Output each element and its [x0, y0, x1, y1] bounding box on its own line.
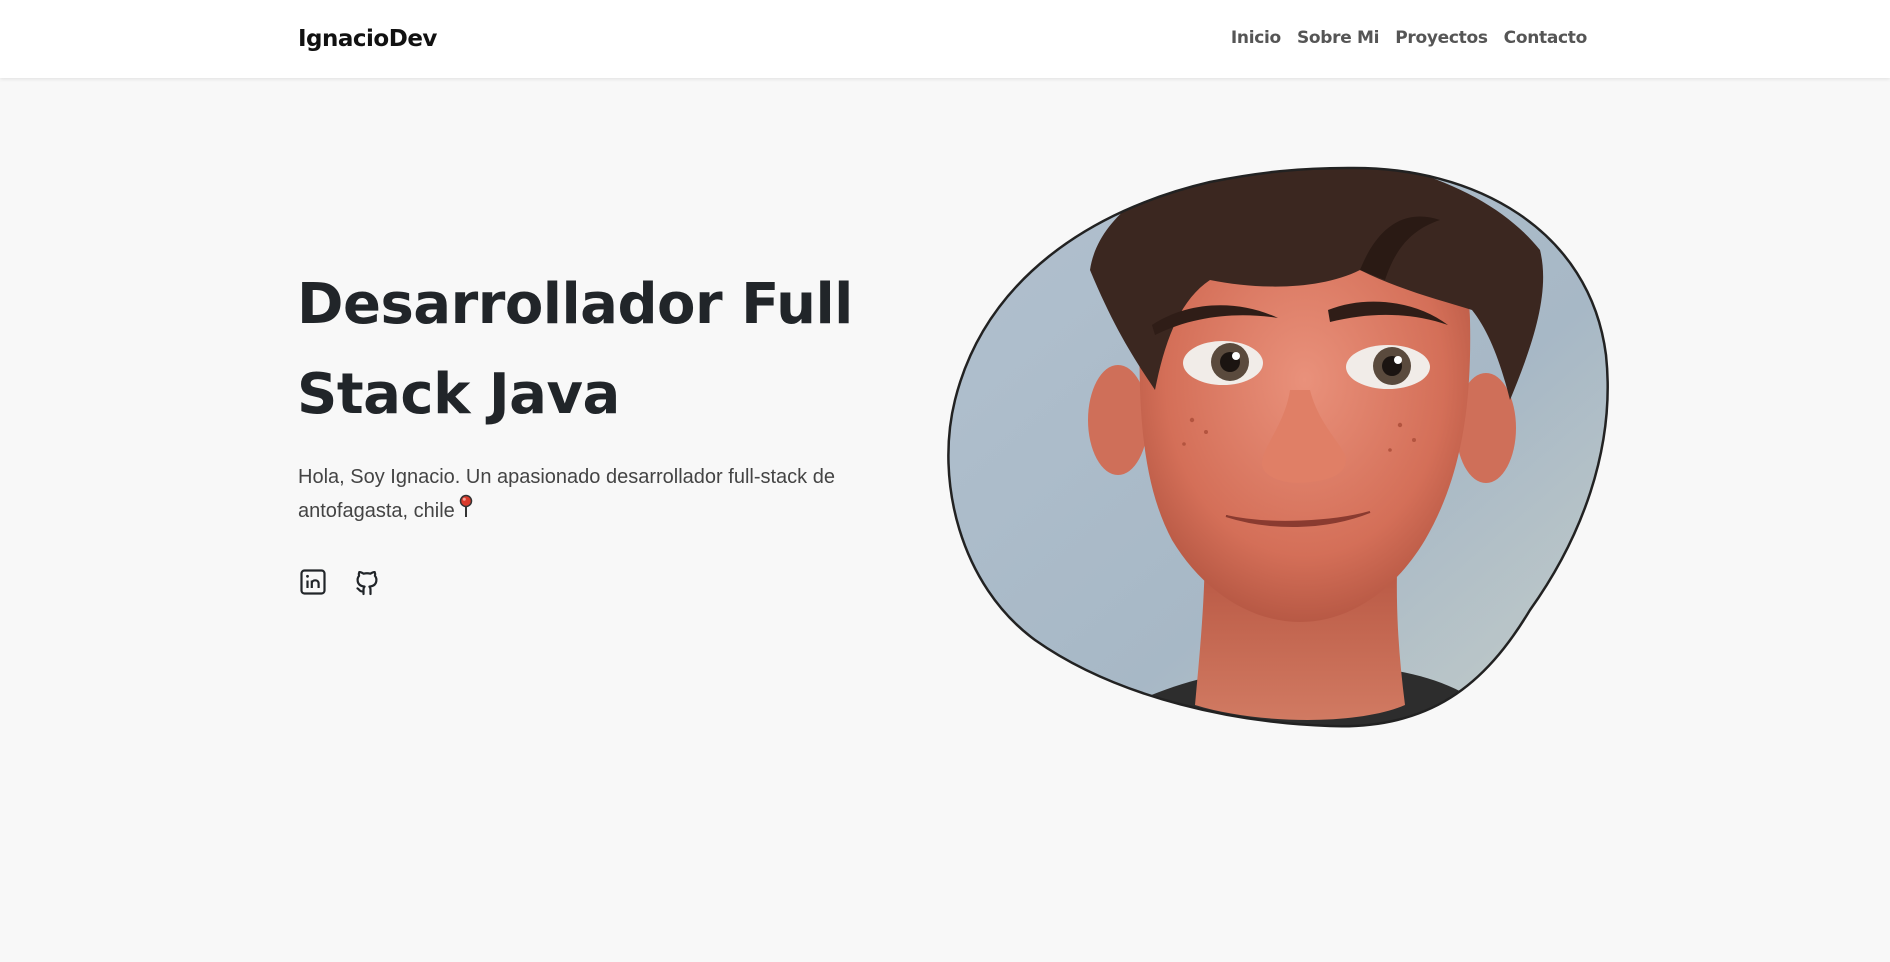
hero-description-text: Hola, Soy Ignacio. Un apasionado desarro… [298, 466, 835, 522]
nav-link-contacto[interactable]: Contacto [1504, 28, 1588, 48]
linkedin-icon[interactable] [298, 567, 328, 597]
nav-menu: Inicio Sobre Mi Proyectos Contacto [1231, 28, 1587, 48]
social-links [298, 567, 382, 597]
nav-link-inicio[interactable]: Inicio [1231, 28, 1281, 48]
nav-link-sobre-mi[interactable]: Sobre Mi [1297, 28, 1380, 48]
hero-title: Desarrollador Full Stack Java [297, 272, 853, 427]
navbar: IgnacioDev Inicio Sobre Mi Proyectos Con… [0, 0, 1890, 78]
hero-description: Hola, Soy Ignacio. Un apasionado desarro… [298, 460, 918, 529]
brand-logo[interactable]: IgnacioDev [298, 26, 437, 52]
github-icon[interactable] [352, 567, 382, 597]
portrait-image [940, 160, 1620, 745]
nav-link-proyectos[interactable]: Proyectos [1395, 28, 1488, 48]
pin-icon [459, 494, 473, 529]
